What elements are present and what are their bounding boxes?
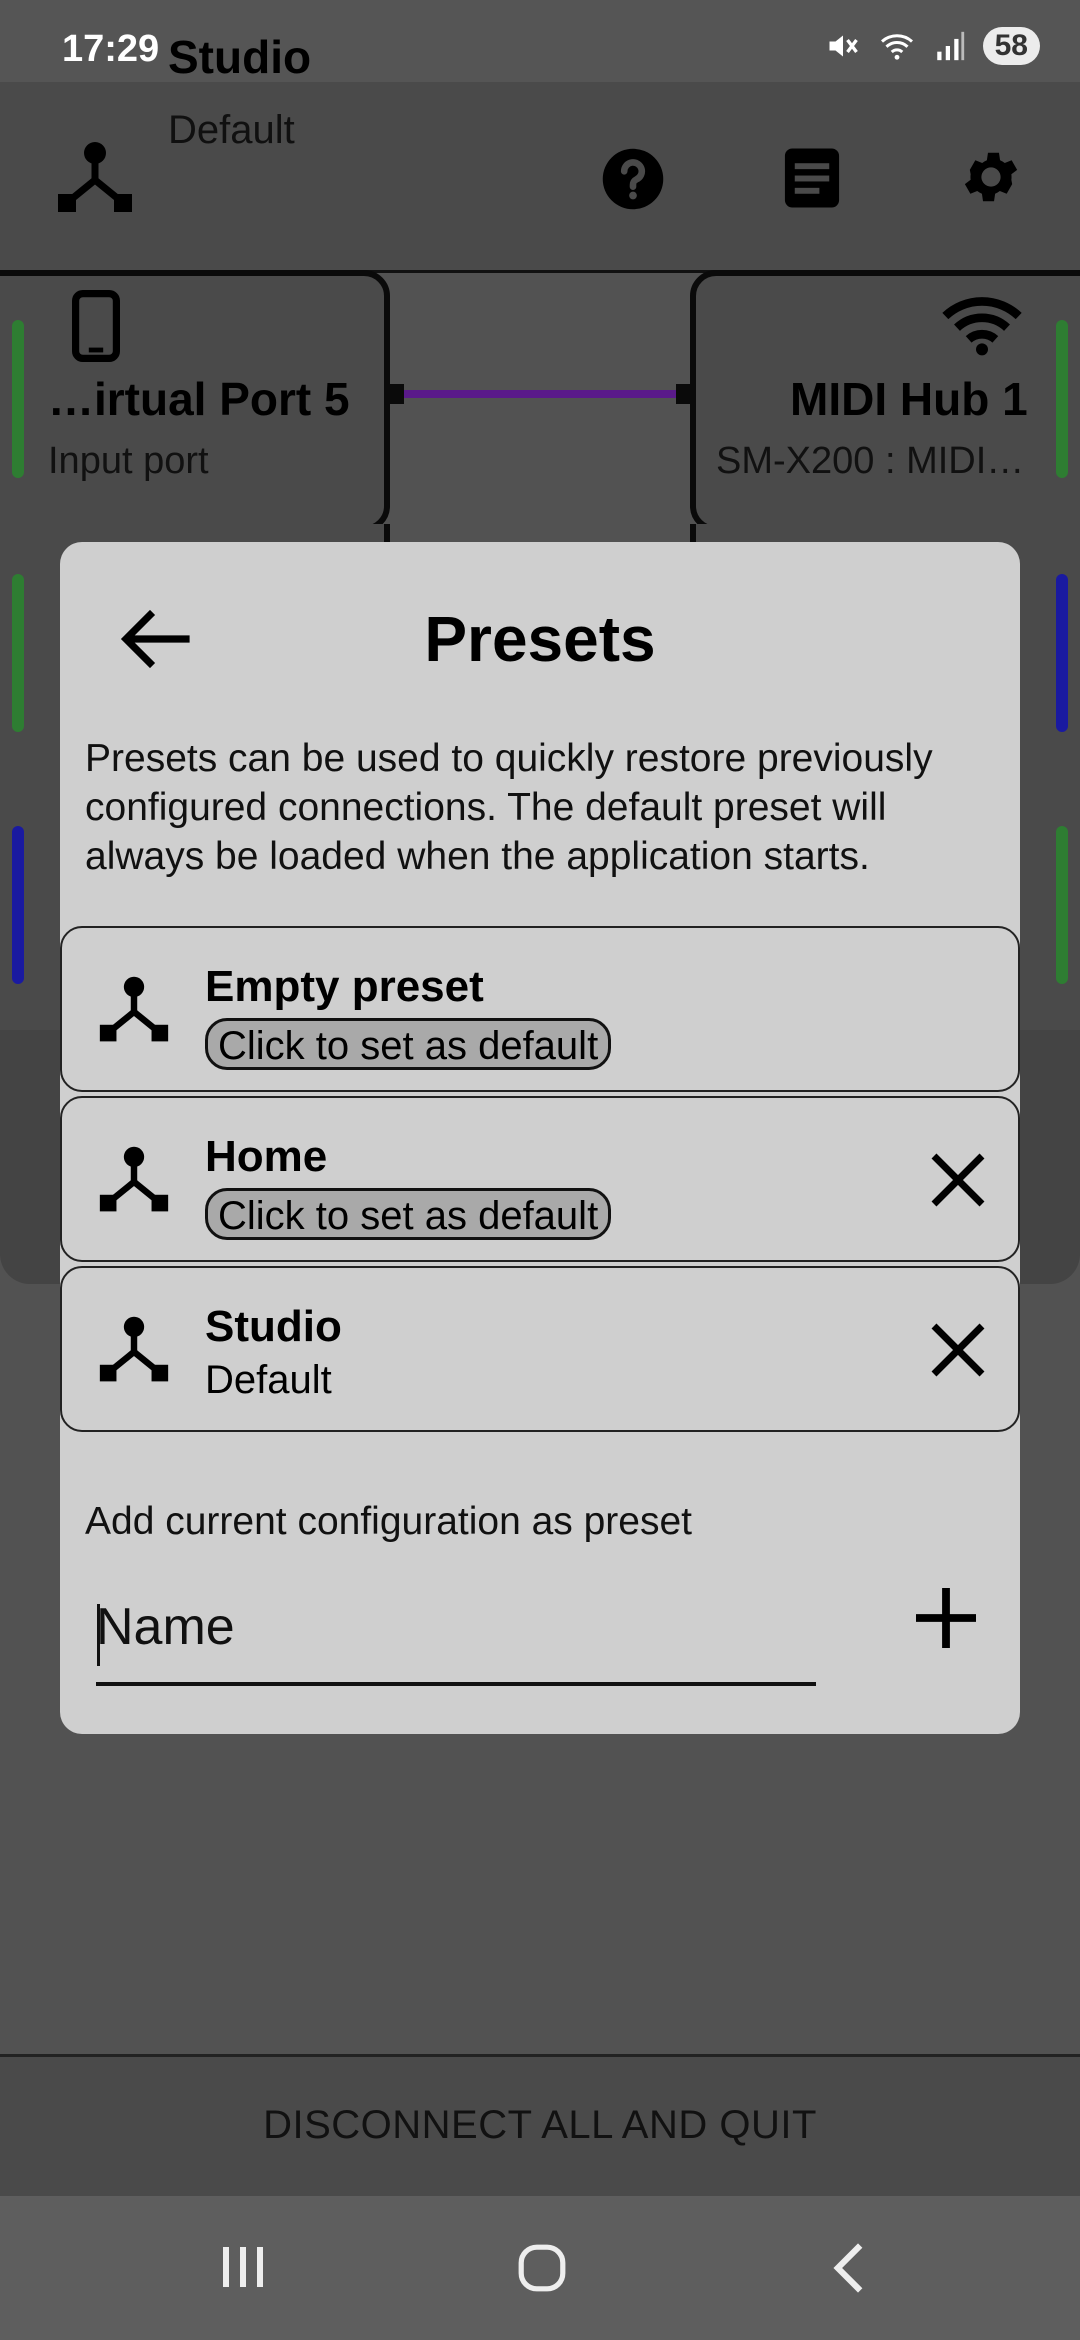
port-indicator <box>1056 320 1068 478</box>
signal-icon <box>936 31 964 61</box>
preset-icon <box>58 142 132 212</box>
preset-item-studio[interactable]: Studio Default <box>60 1266 1020 1432</box>
app-bar <box>0 82 1080 273</box>
add-preset-label: Add current configuration as preset <box>85 1500 693 1543</box>
connection-line <box>392 390 688 398</box>
preset-status: Default <box>205 1358 332 1402</box>
port-indicator <box>12 320 24 478</box>
port-title-left: …irtual Port 5 <box>48 373 350 425</box>
input-underline <box>96 1682 816 1686</box>
port-indicator <box>1056 826 1068 984</box>
system-nav-bar <box>0 2196 1080 2340</box>
mute-icon <box>829 35 858 57</box>
phone-icon <box>72 290 120 362</box>
delete-preset-icon[interactable] <box>926 1318 990 1382</box>
battery-indicator: 58 <box>982 27 1040 65</box>
gear-icon[interactable] <box>958 144 1024 210</box>
preset-name: Studio <box>205 1302 342 1351</box>
disconnect-all-button[interactable]: DISCONNECT ALL AND QUIT <box>0 2054 1080 2196</box>
port-subtitle-left: Input port <box>48 440 209 482</box>
wifi-icon <box>880 34 913 60</box>
presets-dialog: Presets Presets can be used to quickly r… <box>60 542 1020 1734</box>
port-indicator <box>1056 574 1068 732</box>
back-nav-icon[interactable] <box>826 2240 872 2296</box>
appbar-subtitle: Default <box>168 108 295 152</box>
connection-endpoint <box>676 384 696 404</box>
set-default-chip[interactable]: Click to set as default <box>205 1188 612 1240</box>
wifi-icon <box>942 297 1022 356</box>
recents-icon[interactable] <box>218 2242 268 2292</box>
port-title-right: MIDI Hub 1 <box>790 373 1028 425</box>
text-caret <box>97 1604 100 1666</box>
preset-item-empty[interactable]: Empty preset Click to set as default <box>60 926 1020 1092</box>
help-icon[interactable] <box>600 146 666 212</box>
delete-preset-icon[interactable] <box>926 1148 990 1212</box>
preset-item-home[interactable]: Home Click to set as default <box>60 1096 1020 1262</box>
appbar-title: Studio <box>168 31 312 83</box>
preset-icon <box>99 1316 169 1382</box>
preset-name: Home <box>205 1132 328 1181</box>
home-icon[interactable] <box>516 2242 568 2294</box>
preset-name-input[interactable] <box>96 1598 816 1656</box>
log-icon[interactable] <box>782 146 842 210</box>
status-time: 17:29 <box>62 28 160 70</box>
port-indicator <box>12 826 24 984</box>
set-default-chip[interactable]: Click to set as default <box>205 1018 612 1070</box>
preset-icon <box>99 1146 169 1212</box>
preset-icon <box>99 976 169 1042</box>
connection-endpoint <box>384 384 404 404</box>
status-icons: 58 <box>825 24 1040 68</box>
preset-name: Empty preset <box>205 962 484 1011</box>
port-indicator <box>12 574 24 732</box>
port-subtitle-right: SM-X200 : MIDI… <box>716 440 1025 482</box>
add-preset-icon[interactable] <box>910 1582 982 1654</box>
dialog-title: Presets <box>424 603 656 675</box>
dialog-description: Presets can be used to quickly restore p… <box>85 737 933 878</box>
